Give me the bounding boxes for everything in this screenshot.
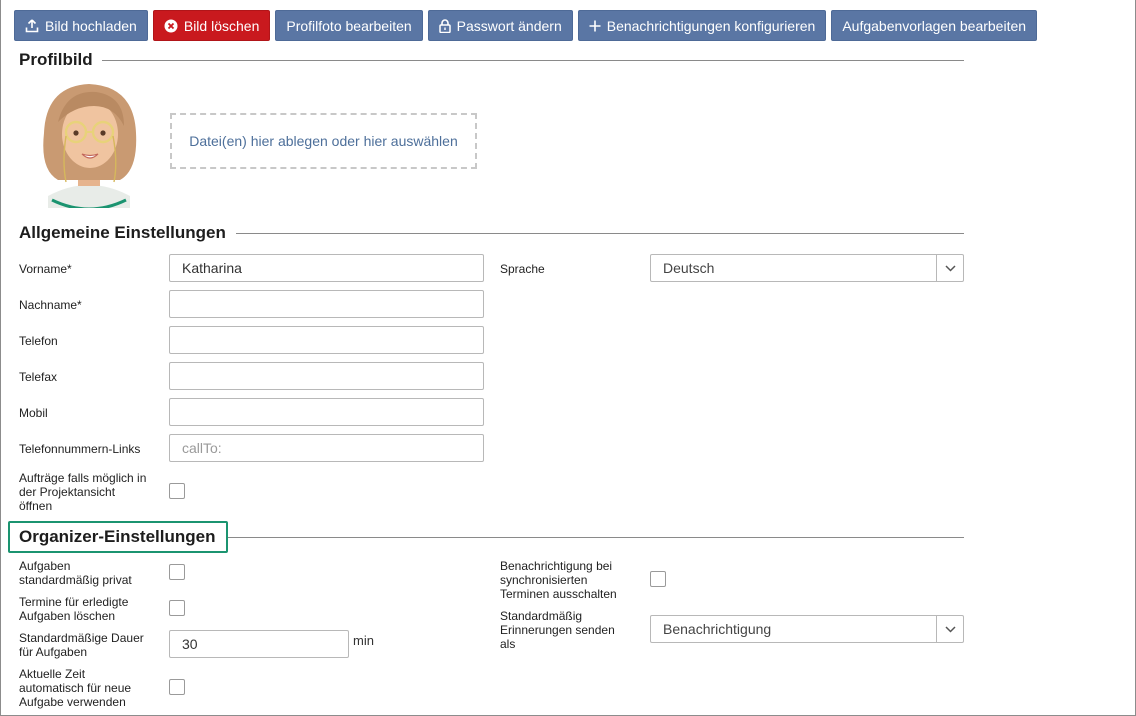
default-duration-label-line: für Aufgaben — [19, 645, 88, 659]
reminders-select-value: Benachrichtigung — [663, 621, 772, 637]
plus-icon — [589, 20, 601, 31]
fax-input[interactable] — [169, 362, 484, 390]
delete-done-checkbox[interactable] — [169, 600, 185, 616]
default-duration-label-line: Standardmäßige Dauer — [19, 631, 144, 645]
general-section-divider — [236, 233, 964, 234]
chevron-down-icon[interactable] — [936, 616, 963, 642]
configure-notifications-button[interactable]: Benachrichtigungen konfigurieren — [577, 10, 827, 41]
current-time-label-line: Aufgabe verwenden — [19, 695, 126, 709]
delete-image-label: Bild löschen — [183, 17, 260, 34]
phone-links-label: Telefonnummern-Links — [19, 442, 141, 456]
default-duration-label: Standardmäßige Dauer für Aufgaben — [19, 631, 144, 659]
configure-notifications-label: Benachrichtigungen konfigurieren — [606, 17, 816, 34]
firstname-label: Vorname* — [19, 262, 72, 276]
profile-section-divider — [102, 60, 964, 61]
current-time-label: Aktuelle Zeit automatisch für neue Aufga… — [19, 667, 131, 709]
default-duration-unit: min — [353, 633, 374, 648]
dropzone-text: Datei(en) hier ablegen oder hier auswähl… — [189, 133, 458, 149]
sync-notify-checkbox[interactable] — [650, 571, 666, 587]
general-section-title: Allgemeine Einstellungen — [19, 223, 226, 242]
sync-notify-label-line: synchronisierten — [500, 573, 588, 587]
delete-done-label-line: Termine für erledigte — [19, 595, 129, 609]
reminders-label-line: Erinnerungen senden — [500, 623, 615, 637]
organizer-section-title: Organizer-Einstellungen — [19, 527, 216, 546]
reminders-label: Standardmäßig Erinnerungen senden als — [500, 609, 615, 651]
sync-notify-label: Benachrichtigung bei synchronisierten Te… — [500, 559, 617, 601]
phone-input[interactable] — [169, 326, 484, 354]
avatar — [43, 84, 137, 208]
lastname-input[interactable] — [169, 290, 484, 318]
lastname-label: Nachname* — [19, 298, 82, 312]
open-projects-checkbox[interactable] — [169, 483, 185, 499]
language-label: Sprache — [500, 262, 545, 276]
current-time-label-line: automatisch für neue — [19, 681, 132, 695]
current-time-checkbox[interactable] — [169, 679, 185, 695]
file-dropzone[interactable]: Datei(en) hier ablegen oder hier auswähl… — [170, 113, 477, 169]
private-default-checkbox[interactable] — [169, 564, 185, 580]
upload-image-button[interactable]: Bild hochladen — [14, 10, 148, 41]
open-projects-label-line: öffnen — [19, 499, 53, 513]
private-default-label-line: Aufgaben — [19, 559, 71, 573]
sync-notify-label-line: Terminen ausschalten — [500, 587, 617, 601]
edit-task-templates-label: Aufgabenvorlagen bearbeiten — [842, 17, 1027, 34]
language-select-value: Deutsch — [663, 260, 715, 276]
reminders-label-line: Standardmäßig — [500, 609, 583, 623]
open-projects-label-line: der Projektansicht — [19, 485, 116, 499]
mobile-input[interactable] — [169, 398, 484, 426]
change-password-label: Passwort ändern — [456, 17, 562, 34]
phone-links-input[interactable] — [169, 434, 484, 462]
sync-notify-label-line: Benachrichtigung bei — [500, 559, 613, 573]
firstname-input[interactable] — [169, 254, 484, 282]
profile-section-title: Profilbild — [19, 50, 93, 69]
fax-label: Telefax — [19, 370, 58, 384]
close-circle-icon — [164, 19, 178, 32]
open-projects-label: Aufträge falls möglich in der Projektans… — [19, 471, 146, 513]
edit-task-templates-button[interactable]: Aufgabenvorlagen bearbeiten — [831, 10, 1038, 41]
delete-done-label: Termine für erledigte Aufgaben löschen — [19, 595, 128, 623]
edit-profile-photo-label: Profilfoto bearbeiten — [286, 17, 412, 34]
edit-profile-photo-button[interactable]: Profilfoto bearbeiten — [275, 10, 423, 41]
delete-done-label-line: Aufgaben löschen — [19, 609, 116, 623]
private-default-label: Aufgaben standardmäßig privat — [19, 559, 132, 587]
toolbar: Bild hochladen Bild löschen Profilfoto b… — [14, 10, 1038, 41]
reminders-select[interactable]: Benachrichtigung — [650, 615, 964, 643]
lock-icon — [438, 18, 451, 33]
organizer-section-divider — [228, 537, 964, 538]
change-password-button[interactable]: Passwort ändern — [427, 10, 573, 41]
chevron-down-icon[interactable] — [936, 255, 963, 281]
reminders-label-line: als — [500, 637, 516, 651]
language-select[interactable]: Deutsch — [650, 254, 964, 282]
default-duration-input[interactable] — [169, 630, 349, 658]
delete-image-button[interactable]: Bild löschen — [152, 10, 271, 41]
upload-image-label: Bild hochladen — [45, 17, 137, 34]
current-time-label-line: Aktuelle Zeit — [19, 667, 86, 681]
open-projects-label-line: Aufträge falls möglich in — [19, 471, 147, 485]
upload-icon — [25, 18, 39, 32]
phone-label: Telefon — [19, 334, 58, 348]
private-default-label-line: standardmäßig privat — [19, 573, 132, 587]
mobile-label: Mobil — [19, 406, 48, 420]
